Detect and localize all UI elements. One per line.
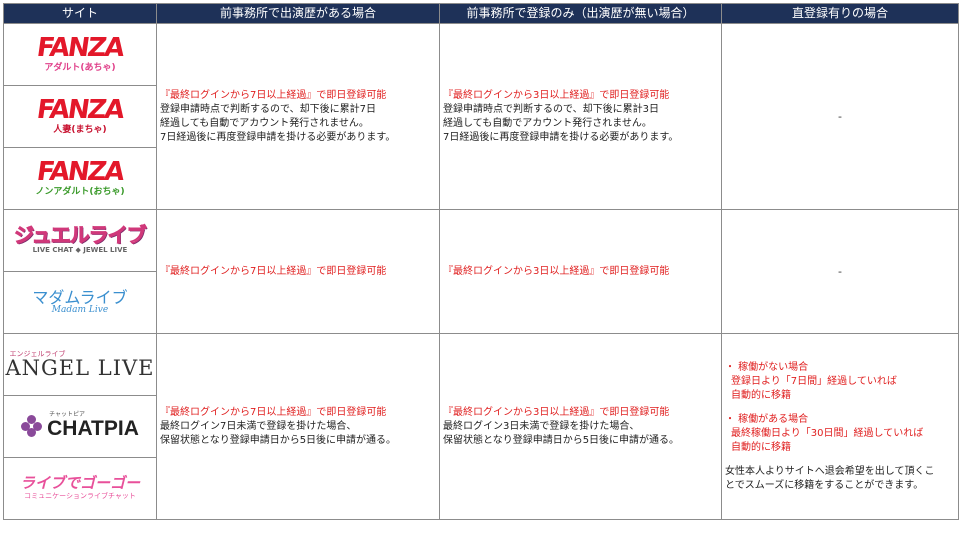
group1-prev-registration-only-cell: 『最終ログインから3日以上経過』で即日登録可能 登録申請時点で判断するので、却下… [439,23,722,210]
fanza-wife-label: 人妻(まちゃ) [53,125,107,135]
transfer-rules-table: サイト 前事務所で出演歴がある場合 前事務所で登録のみ（出演歴が無い場合） 直登… [3,3,959,520]
group1-prev-with-appearance-cell: 『最終ログインから7日以上経過』で即日登録可能 登録申請時点で判断するので、却下… [156,23,440,210]
madam-live-script: Madam Live [51,304,109,315]
table-row: ジュエルライブ LIVE CHAT ◆ JEWEL LIVE 『最終ログインから… [3,209,959,334]
group1-col1-line: 経過しても自動でアカウント発行されません。 [160,117,369,129]
jewel-live-wordmark: ジュエルライブ [14,223,148,247]
fanza-adult-label: アダルト(あちゃ) [44,63,116,73]
group2-direct-registration-cell: - [721,209,959,334]
table-row: エンジェルライブ ANGEL LIVE 『最終ログインから7日以上経過』で即日登… [3,333,959,520]
jewel-live-tagline: LIVE CHAT ◆ JEWEL LIVE [32,246,128,254]
group1-col1-line: 登録申請時点で判断するので、却下後に累計7日 [160,103,376,115]
with-activity-result: 自動的に移籍 [731,441,791,453]
fanza-wordmark: FANZA [35,33,125,63]
group3-col2-headline: 『最終ログインから3日以上経過』で即日登録可能 [443,406,670,418]
group1-col1-line: 7日経過後に再度登録申請を掛ける必要があります。 [160,131,396,143]
with-activity-heading: ・ 稼働がある場合 [725,413,809,425]
angel-live-wordmark: ANGEL LIVE [5,355,155,380]
madam-live-logo: マダムライブ Madam Live [3,271,157,334]
group1-col2-line: 登録申請時点で判断するので、却下後に累計3日 [443,103,659,115]
chatpia-flower-icon [21,414,43,437]
fanza-adult-logo: FANZA アダルト(あちゃ) [3,23,157,86]
header-prev-registration-only: 前事務所で登録のみ（出演歴が無い場合） [439,3,722,24]
chatpia-wordmark: CHATPIA [47,417,139,441]
live-de-gogo-logo: ライブでゴーゴー コミュニケーションライブチャット [3,457,157,520]
table-row: FANZA アダルト(あちゃ) 『最終ログインから7日以上経過』で即日登録可能 … [3,23,959,210]
live-de-gogo-wordmark: ライブでゴーゴー [19,474,140,492]
no-activity-condition: 登録日より「7日間」経過していれば [731,375,897,387]
header-site: サイト [3,3,157,24]
no-activity-result: 自動的に移籍 [731,389,791,401]
group3-col1-headline: 『最終ログインから7日以上経過』で即日登録可能 [160,406,387,418]
live-de-gogo-tagline: コミュニケーションライブチャット [24,492,136,500]
group1-direct-registration-cell: - [721,23,959,210]
group2-prev-with-appearance-cell: 『最終ログインから7日以上経過』で即日登録可能 [156,209,440,334]
fanza-nonadult-logo: FANZA ノンアダルト(おちゃ) [3,147,157,210]
group3-direct-registration-cell: ・ 稼働がない場合 登録日より「7日間」経過していれば 自動的に移籍 ・ 稼働が… [721,333,959,520]
with-activity-condition: 最終稼働日より「30日間」経過していれば [731,427,924,439]
jewel-live-logo: ジュエルライブ LIVE CHAT ◆ JEWEL LIVE [3,209,157,272]
group3-col2-line: 保留状態となり登録申請日から5日後に申請が通る。 [443,434,680,446]
header-direct-registration: 直登録有りの場合 [721,3,959,24]
group1-col2-headline: 『最終ログインから3日以上経過』で即日登録可能 [443,89,670,101]
group3-prev-registration-only-cell: 『最終ログインから3日以上経過』で即日登録可能 最終ログイン3日未満で登録を掛け… [439,333,722,520]
group2-col2-headline: 『最終ログインから3日以上経過』で即日登録可能 [443,265,670,277]
madam-live-wordmark: マダムライブ [32,287,128,307]
angel-live-logo: エンジェルライブ ANGEL LIVE [3,333,157,396]
withdrawal-note-line: 女性本人よりサイトへ退会希望を出して頂くこ [725,465,935,477]
fanza-nonadult-label: ノンアダルト(おちゃ) [35,187,125,197]
header-prev-with-appearance: 前事務所で出演歴がある場合 [156,3,440,24]
header-row: サイト 前事務所で出演歴がある場合 前事務所で登録のみ（出演歴が無い場合） 直登… [3,3,959,24]
fanza-wordmark: FANZA [35,95,125,125]
group3-col2-line: 最終ログイン3日未満で登録を掛けた場合、 [443,420,640,432]
group3-col1-line: 保留状態となり登録申請日から5日後に申請が通る。 [160,434,397,446]
fanza-wordmark: FANZA [35,157,125,187]
withdrawal-note-line: とでスムーズに移籍をすることができます。 [725,479,924,491]
group2-col1-headline: 『最終ログインから7日以上経過』で即日登録可能 [160,265,387,277]
group3-prev-with-appearance-cell: 『最終ログインから7日以上経過』で即日登録可能 最終ログイン7日未満で登録を掛け… [156,333,440,520]
group1-col1-headline: 『最終ログインから7日以上経過』で即日登録可能 [160,89,387,101]
group3-col1-line: 最終ログイン7日未満で登録を掛けた場合、 [160,420,357,432]
fanza-wife-logo: FANZA 人妻(まちゃ) [3,85,157,148]
group1-col2-line: 経過しても自動でアカウント発行されません。 [443,117,652,129]
group2-prev-registration-only-cell: 『最終ログインから3日以上経過』で即日登録可能 [439,209,722,334]
chatpia-logo: チャットピア CHATPIA [3,395,157,458]
group1-col2-line: 7日経過後に再度登録申請を掛ける必要があります。 [443,131,679,143]
no-activity-heading: ・ 稼働がない場合 [725,361,809,373]
